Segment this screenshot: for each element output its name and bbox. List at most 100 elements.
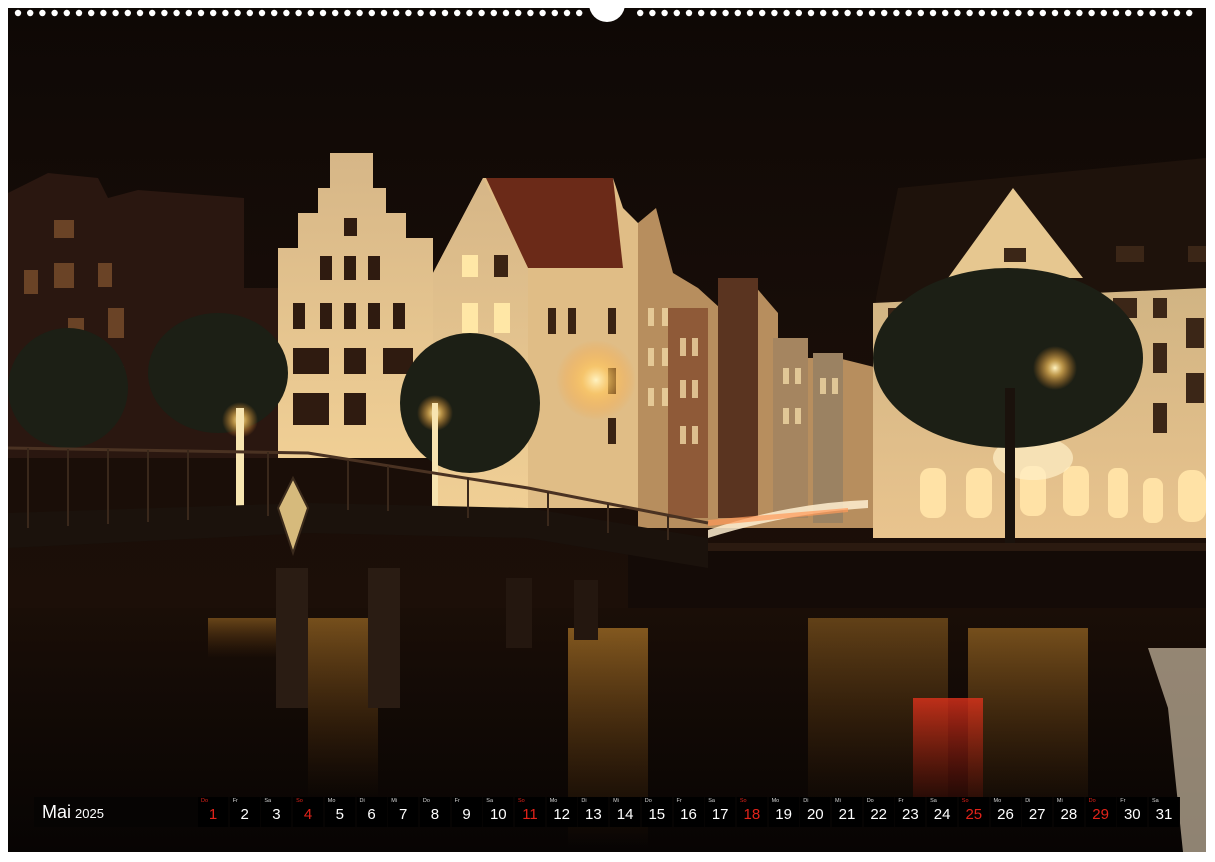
day-cell: Di 27 xyxy=(1022,797,1053,827)
day-number: 3 xyxy=(272,806,281,823)
day-weekday: Fr xyxy=(454,798,460,804)
binding-hole xyxy=(1039,9,1047,17)
day-number: 26 xyxy=(997,806,1014,823)
binding-hole xyxy=(234,9,241,17)
binding-hole xyxy=(75,9,83,17)
day-weekday: Sa xyxy=(486,798,494,804)
binding-hole xyxy=(1186,9,1193,17)
day-number: 30 xyxy=(1123,806,1141,823)
binding-hole xyxy=(881,9,888,17)
day-cell: Fr 2 xyxy=(229,797,260,827)
day-cell: Mo 12 xyxy=(546,797,577,827)
day-cell: Do 1 xyxy=(198,797,228,827)
binding-hole xyxy=(673,9,680,17)
day-weekday: Mo xyxy=(771,798,780,804)
day-cell: Di 13 xyxy=(578,797,609,827)
day-weekday: Mo xyxy=(327,798,336,804)
month-calendar-strip: Mai 2025 Do 1 Fr 2 Sa 3 So 4 Mo 5 Di 6 Mi 7 Do 8 Fr 9 Sa 10 S… xyxy=(34,797,1180,827)
binding-hole xyxy=(1003,9,1010,17)
binding-hole xyxy=(295,9,302,17)
day-weekday: Sa xyxy=(264,798,272,804)
binding-hole xyxy=(283,9,290,17)
day-number: 27 xyxy=(1028,806,1046,823)
binding-hole xyxy=(893,9,900,17)
day-number: 11 xyxy=(522,806,538,823)
binding-hole xyxy=(149,9,156,17)
month-label: Mai 2025 xyxy=(42,801,104,823)
binding-hole xyxy=(429,9,436,17)
photo-luebeck-night xyxy=(8,8,1206,852)
binding-hole xyxy=(966,9,973,17)
day-weekday: So xyxy=(296,798,303,804)
binding-hole xyxy=(368,9,375,17)
binding-hole xyxy=(51,9,58,17)
day-weekday: Fr xyxy=(1120,798,1126,804)
hanger-notch xyxy=(589,4,625,22)
binding-hole xyxy=(319,9,327,17)
binding-hole xyxy=(14,9,22,17)
day-weekday: So xyxy=(739,798,747,804)
binding-hole xyxy=(112,9,119,17)
day-weekday: Do xyxy=(1088,798,1096,804)
day-number: 31 xyxy=(1155,806,1173,823)
day-number: 17 xyxy=(711,806,729,823)
day-weekday: Fr xyxy=(898,798,904,804)
day-cell: Mi 28 xyxy=(1053,797,1084,827)
day-cell: Mo 5 xyxy=(324,797,355,827)
binding-hole xyxy=(746,9,754,17)
day-weekday: Di xyxy=(1025,798,1031,804)
binding-hole xyxy=(1161,9,1169,17)
day-cell: Mi 14 xyxy=(610,797,641,827)
day-cell: Fr 9 xyxy=(451,797,482,827)
day-weekday: Di xyxy=(359,798,365,804)
binding-hole xyxy=(527,9,534,17)
binding-hole xyxy=(929,9,937,17)
binding-hole xyxy=(1051,9,1059,17)
binding-hole xyxy=(100,9,107,17)
day-cell: Mo 19 xyxy=(768,797,799,827)
binding-hole xyxy=(356,9,363,17)
binding-hole xyxy=(271,9,278,17)
binding-hole xyxy=(722,9,729,17)
binding-hole xyxy=(246,9,253,17)
day-cell: Do 15 xyxy=(641,797,672,827)
binding-hole xyxy=(39,9,46,17)
calendar-page: Mai 2025 Do 1 Fr 2 Sa 3 So 4 Mo 5 Di 6 Mi 7 Do 8 Fr 9 Sa 10 S… xyxy=(0,0,1215,862)
day-weekday: Sa xyxy=(708,798,715,804)
binding-hole xyxy=(832,9,839,17)
day-cell: Fr 23 xyxy=(895,797,926,827)
binding-hole xyxy=(136,9,144,17)
binding-hole xyxy=(1100,9,1108,17)
day-weekday: Sa xyxy=(930,798,937,804)
day-number: 8 xyxy=(430,806,440,823)
day-weekday: Do xyxy=(201,798,209,804)
day-number: 4 xyxy=(303,806,313,823)
day-cell: So 4 xyxy=(293,797,324,827)
binding-hole xyxy=(210,9,217,17)
month-name: Mai xyxy=(42,802,72,822)
binding-hole xyxy=(990,9,998,17)
binding-hole xyxy=(649,9,656,17)
day-cell: Do 8 xyxy=(419,797,450,827)
day-number: 12 xyxy=(553,806,571,823)
binding-hole xyxy=(1173,9,1181,17)
binding-hole xyxy=(393,9,400,17)
day-number: 6 xyxy=(367,806,376,823)
month-year: 2025 xyxy=(75,806,104,821)
photo-illustration xyxy=(8,8,1206,852)
day-weekday: So xyxy=(961,798,969,804)
binding-hole xyxy=(795,9,802,17)
day-number: 19 xyxy=(775,806,792,823)
day-cell: Mi 21 xyxy=(832,797,862,827)
day-number: 24 xyxy=(933,806,951,823)
day-weekday: Di xyxy=(803,798,809,804)
binding-hole xyxy=(63,9,70,17)
day-cell: Mi 7 xyxy=(388,797,419,827)
day-weekday: Mo xyxy=(993,798,1002,804)
day-cell: Do 22 xyxy=(863,797,894,827)
binding-hole xyxy=(515,9,522,17)
binding-hole xyxy=(307,9,314,17)
binding-hole xyxy=(1149,9,1156,17)
binding-hole xyxy=(685,9,693,17)
binding-hole xyxy=(917,9,924,17)
